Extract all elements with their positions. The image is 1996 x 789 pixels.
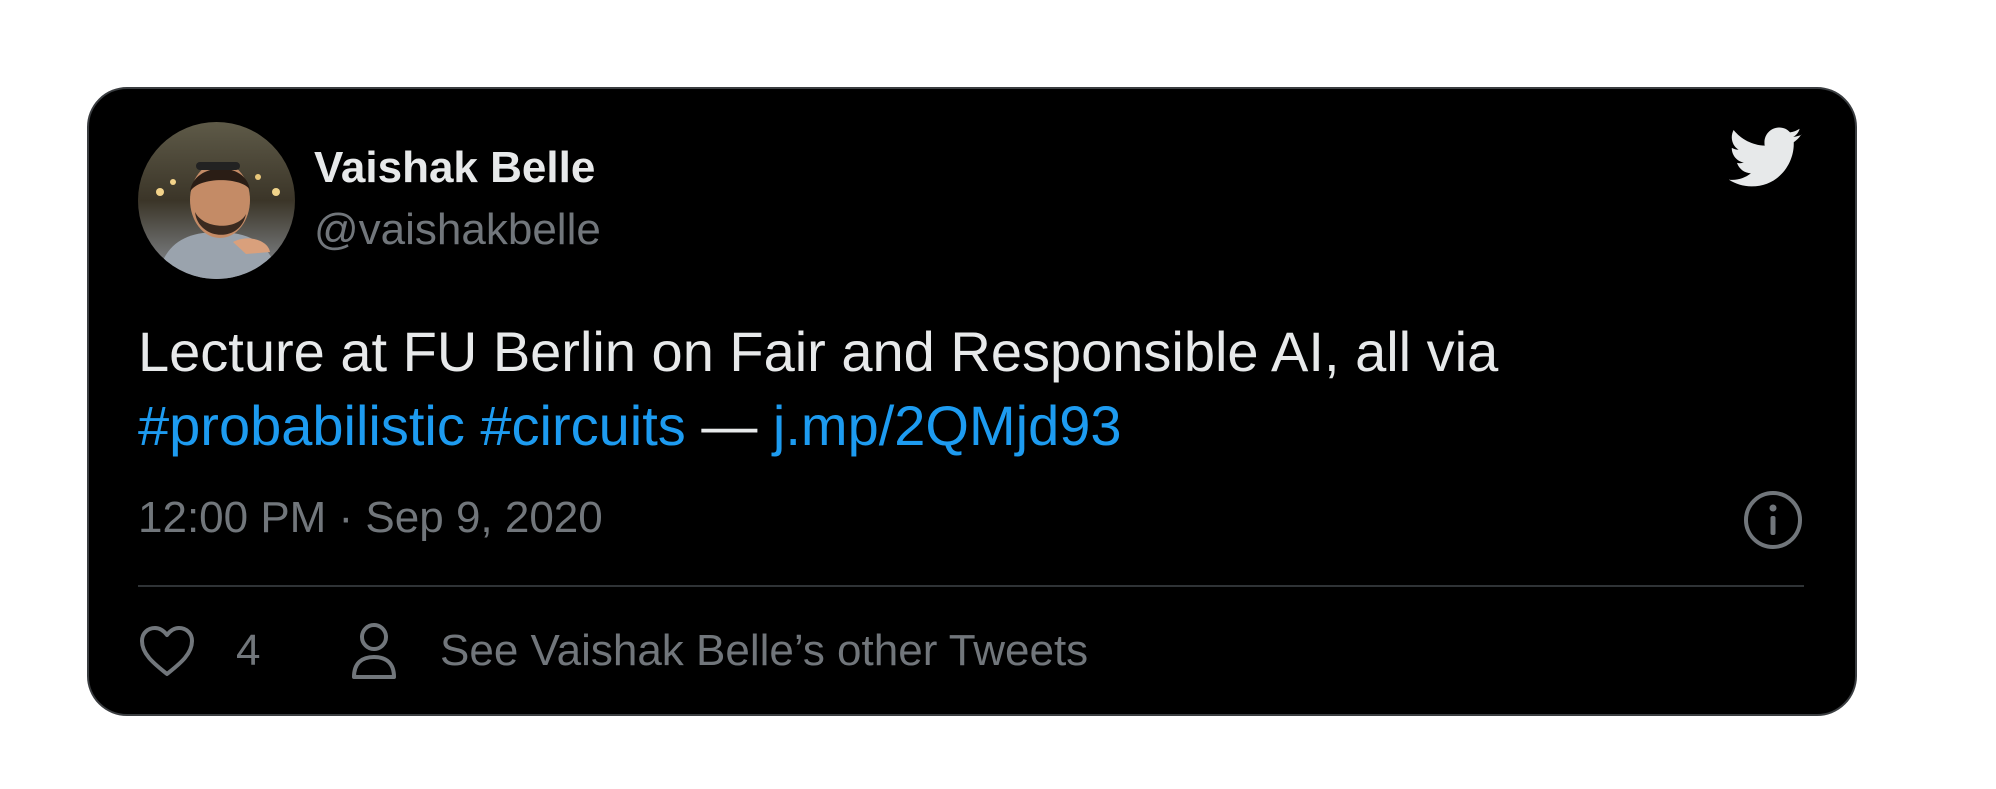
tweet-card: Vaishak Belle @vaishakbelle Lecture at F… [87,87,1857,716]
author-name[interactable]: Vaishak Belle [314,143,595,193]
avatar-photo [138,122,295,279]
hashtag-circuits[interactable]: #circuits [480,394,685,457]
other-tweets-label: See Vaishak Belle’s other Tweets [440,626,1089,675]
hashtag-probabilistic[interactable]: #probabilistic [138,394,465,457]
tweet-separator: — [701,394,758,457]
avatar[interactable] [138,122,295,279]
heart-icon [140,626,194,676]
divider [138,585,1804,587]
see-other-tweets-link[interactable]: See Vaishak Belle’s other Tweets [350,619,1088,683]
tweet-text: Lecture at FU Berlin on Fair and Respons… [138,315,1798,463]
twitter-bird-icon[interactable] [1729,127,1803,189]
info-icon[interactable] [1743,490,1803,550]
like-button[interactable]: 4 [138,619,260,683]
author-handle[interactable]: @vaishakbelle [314,205,601,255]
tweet-link[interactable]: j.mp/2QMjd93 [773,394,1122,457]
person-icon [352,623,396,679]
tweet-text-intro: Lecture at FU Berlin on Fair and Respons… [138,320,1499,383]
tweet-timestamp[interactable]: 12:00 PM · Sep 9, 2020 [138,493,603,543]
like-count: 4 [236,626,261,675]
